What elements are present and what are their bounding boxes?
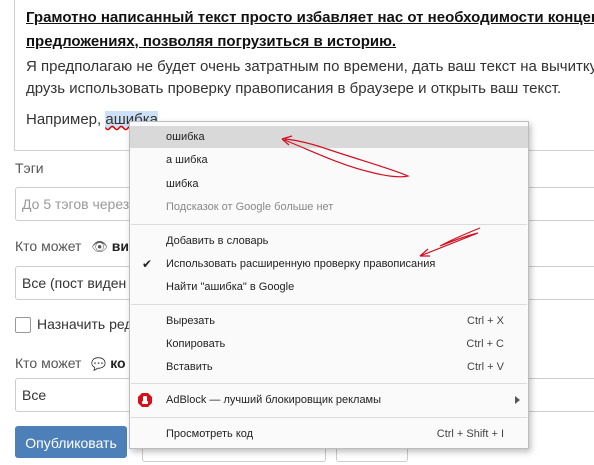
publish-button[interactable]: Опубликовать <box>15 426 127 458</box>
inspect-shortcut: Ctrl + Shift + I <box>436 428 504 440</box>
menu-suggestion-2[interactable]: а шибка <box>130 149 528 171</box>
menu-separator <box>131 224 527 225</box>
editor-paragraph: Я предполагаю не будет очень затратным п… <box>26 58 594 97</box>
menu-separator <box>131 304 527 305</box>
menu-search-google[interactable]: Найти "ашибка" в Google <box>130 276 528 298</box>
who-can-comment-label: Кто может 💬 ко <box>15 355 126 371</box>
paste-shortcut: Ctrl + V <box>467 361 504 373</box>
menu-separator <box>131 417 527 418</box>
menu-copy[interactable]: Копировать Ctrl + C <box>130 333 528 355</box>
menu-paste[interactable]: Вставить Ctrl + V <box>130 356 528 378</box>
menu-separator <box>131 383 527 384</box>
submenu-arrow-icon <box>515 396 520 404</box>
menu-suggestion-1[interactable]: ошибка <box>130 126 528 148</box>
menu-add-to-dictionary[interactable]: Добавить в словарь <box>130 230 528 252</box>
comment-icon: 💬 <box>91 357 107 371</box>
adblock-icon <box>138 393 152 407</box>
spellcheck-context-menu: ошибка а шибка шибка Подсказок от Google… <box>129 121 529 449</box>
who-can-view-label: Кто может 👁 ви <box>15 238 129 254</box>
menu-inspect[interactable]: Просмотреть код Ctrl + Shift + I <box>130 423 528 445</box>
menu-no-more-suggestions: Подсказок от Google больше нет <box>166 201 334 213</box>
menu-enhanced-spellcheck[interactable]: ✔ Использовать расширенную проверку прав… <box>130 253 528 275</box>
assign-editor-checkbox[interactable] <box>15 317 31 333</box>
eye-icon: 👁 <box>91 239 108 254</box>
menu-suggestion-3[interactable]: шибка <box>130 173 528 195</box>
menu-cut[interactable]: Вырезать Ctrl + X <box>130 310 528 332</box>
example-prefix: Например, <box>26 111 106 128</box>
editor-heading: Грамотно написанный текст просто избавля… <box>26 9 594 50</box>
cut-shortcut: Ctrl + X <box>467 315 504 327</box>
menu-adblock[interactable]: AdBlock — лучший блокировщик рекламы <box>130 389 528 411</box>
assign-editor-label: Назначить ред <box>37 316 133 332</box>
checkmark-icon: ✔ <box>142 257 153 271</box>
copy-shortcut: Ctrl + C <box>466 338 504 350</box>
tags-label: Тэги <box>15 160 44 176</box>
